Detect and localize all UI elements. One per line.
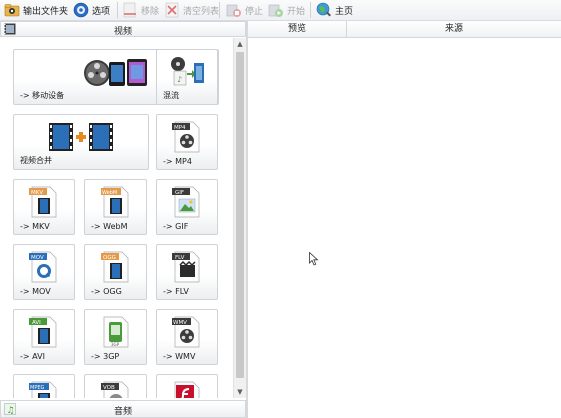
tile-wmv[interactable]: WMV -> WMV: [156, 309, 218, 365]
category-video-label: 视频: [113, 27, 132, 37]
tile-avi[interactable]: AVI -> AVI: [13, 309, 75, 365]
badge-text: GIF: [175, 190, 184, 196]
tile-label: -> FLV: [163, 287, 189, 296]
task-list[interactable]: [248, 38, 561, 418]
options-icon: [73, 2, 89, 18]
tile-3gp[interactable]: 3GP -> 3GP: [84, 309, 147, 365]
start-label: 开始: [287, 6, 306, 17]
tile-label: -> WMV: [163, 352, 196, 361]
wmv-icon: WMV: [172, 316, 202, 351]
tiles-scrollbar[interactable]: ▲ ▼: [233, 38, 246, 398]
toolbar: 输出文件夹 选项 移除 清空列表 停止 开始 主页: [0, 0, 561, 21]
mp4-icon: MP4: [172, 121, 202, 156]
badge-text: MOV: [31, 255, 44, 261]
clear-list-label: 清空列表: [183, 6, 220, 17]
tile-label: -> 3GP: [91, 352, 120, 361]
mobile-device-icon: [83, 56, 149, 91]
tile-video-join[interactable]: 视频合并: [13, 114, 149, 170]
mkv-icon: MKV: [29, 186, 59, 221]
start-icon: [268, 2, 284, 18]
video-join-icon: [49, 123, 113, 154]
badge-text: MP4: [174, 125, 186, 131]
remove-icon: [122, 2, 138, 18]
tile-label: -> OGG: [91, 287, 122, 296]
scroll-up-arrow-icon[interactable]: ▲: [234, 38, 246, 50]
clear-list-icon: [164, 2, 180, 18]
home-label: 主页: [335, 6, 354, 17]
badge-text: MPEG: [30, 385, 44, 391]
badge-text: MKV: [31, 190, 43, 196]
tile-gif[interactable]: GIF -> GIF: [156, 179, 218, 235]
tile-ogg[interactable]: OGG -> OGG: [84, 244, 147, 300]
start-button[interactable]: 开始: [268, 1, 305, 19]
3gp-icon: 3GP: [101, 316, 131, 351]
avi-icon: AVI: [29, 316, 59, 351]
home-button[interactable]: 主页: [316, 1, 353, 19]
stop-icon: [226, 2, 242, 18]
mov-icon: MOV: [29, 251, 59, 286]
badge-text: OGG: [103, 255, 116, 261]
remove-button[interactable]: 移除: [122, 1, 159, 19]
tile-label: 混流: [163, 91, 179, 100]
scroll-down-arrow-icon[interactable]: ▼: [234, 386, 246, 398]
tile-webm[interactable]: WebM -> WebM: [84, 179, 147, 235]
vob-icon: VOB: [100, 381, 131, 398]
clear-list-button[interactable]: 清空列表: [164, 1, 219, 19]
toolbar-separator: [310, 2, 311, 18]
badge-text: WebM: [102, 190, 117, 196]
options-button[interactable]: 选项: [73, 1, 110, 19]
folder-icon: [4, 2, 20, 18]
column-source[interactable]: 来源: [347, 21, 561, 37]
task-list-header: 预览 来源: [248, 21, 561, 38]
output-folder-label: 输出文件夹: [23, 6, 69, 17]
column-preview-label: 预览: [287, 24, 306, 34]
tile-mpeg[interactable]: MPEG: [13, 374, 75, 398]
tile-label: 视频合并: [20, 156, 52, 165]
tile-mkv[interactable]: MKV -> MKV: [13, 179, 75, 235]
tile-label: -> MKV: [20, 222, 50, 231]
category-audio-header[interactable]: ♫ 音频: [0, 400, 246, 418]
webm-icon: WebM: [100, 186, 131, 221]
scroll-thumb[interactable]: [236, 52, 244, 378]
column-preview[interactable]: 预览: [248, 21, 346, 37]
toolbar-separator: [219, 2, 220, 18]
tile-label: -> 移动设备: [20, 91, 65, 100]
tile-label: -> MP4: [163, 157, 192, 166]
toolbar-separator: [117, 2, 118, 18]
tile-vob[interactable]: VOB: [84, 374, 147, 398]
category-audio-label: 音频: [113, 407, 132, 417]
tile-mix[interactable]: ♪ 混流: [156, 49, 218, 105]
mouse-cursor-icon: [309, 252, 319, 266]
tile-label: -> MOV: [20, 287, 51, 296]
tile-label: -> AVI: [20, 352, 45, 361]
remove-label: 移除: [141, 6, 160, 17]
flv-icon: FLV: [172, 251, 202, 286]
tile-mp4[interactable]: MP4 -> MP4: [156, 114, 218, 170]
mix-icon: ♪: [170, 55, 204, 90]
options-label: 选项: [92, 6, 111, 17]
badge-text: FLV: [175, 255, 185, 261]
swf-icon: [172, 381, 202, 398]
badge-text: VOB: [103, 385, 115, 391]
category-video-header[interactable]: 视频: [0, 21, 246, 37]
format-tiles-panel: -> 移动设备 ♪ 混流 视频合并 MP4 -> MP4 MKV -> MKV …: [0, 37, 232, 398]
tile-flv[interactable]: FLV -> FLV: [156, 244, 218, 300]
stop-button[interactable]: 停止: [226, 1, 263, 19]
gif-icon: GIF: [172, 186, 202, 221]
column-source-label: 来源: [444, 24, 463, 34]
badge-text: WMV: [173, 320, 187, 326]
ogg-icon: OGG: [100, 251, 131, 286]
output-folder-button[interactable]: 输出文件夹: [4, 1, 68, 19]
tile-label: -> WebM: [91, 222, 128, 231]
mpeg-icon: MPEG: [29, 381, 59, 398]
tile-mov[interactable]: MOV -> MOV: [13, 244, 75, 300]
svg-text:♪: ♪: [177, 75, 182, 84]
home-globe-icon: [316, 2, 332, 18]
badge-text: AVI: [32, 320, 41, 326]
tile-label: -> GIF: [163, 222, 189, 231]
badge-text: 3GP: [111, 342, 120, 347]
stop-label: 停止: [245, 6, 264, 17]
tile-swf[interactable]: [156, 374, 218, 398]
